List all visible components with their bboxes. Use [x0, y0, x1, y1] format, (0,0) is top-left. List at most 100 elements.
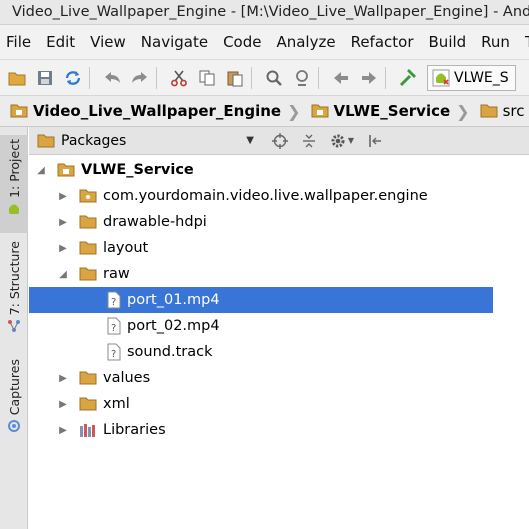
redo-button[interactable]	[129, 67, 151, 89]
project-view-dropdown[interactable]: Packages ▼	[34, 130, 258, 152]
chevron-down-icon: ▼	[246, 135, 254, 146]
source-folder-icon	[480, 104, 498, 118]
tree-item-label: xml	[103, 396, 130, 412]
menu-build[interactable]: Build	[422, 33, 475, 51]
module-folder-icon	[57, 163, 75, 177]
expand-arrow-down-icon[interactable]: ◢	[35, 165, 47, 176]
copy-button[interactable]	[196, 67, 218, 89]
tree-item-folder[interactable]: ◢ raw	[29, 261, 493, 287]
breadcrumb-project[interactable]: Video_Live_Wallpaper_Engine ❯	[0, 102, 301, 121]
make-project-button[interactable]	[397, 67, 419, 89]
replace-button[interactable]	[291, 67, 313, 89]
toolbar-separator	[385, 66, 386, 89]
tree-item-label: VLWE_Service	[81, 162, 194, 178]
expand-arrow-right-icon[interactable]: ▶	[57, 399, 69, 410]
cut-button[interactable]	[168, 67, 190, 89]
tool-tab-project[interactable]: 1: Project	[0, 135, 28, 233]
menu-run[interactable]: Run	[474, 33, 518, 51]
tree-item-libraries[interactable]: ▶ Libraries	[29, 417, 493, 443]
project-panel-header: Packages ▼ ▼	[29, 127, 529, 155]
copy-icon	[199, 70, 215, 85]
undo-button[interactable]	[101, 67, 123, 89]
tool-tab-label: 7: Structure	[6, 241, 22, 316]
save-all-button[interactable]	[34, 67, 56, 89]
tree-item-file[interactable]: ? sound.track	[29, 339, 493, 365]
breadcrumb-module[interactable]: VLWE_Service ❯	[301, 102, 470, 121]
forward-button[interactable]	[358, 67, 380, 89]
hide-panel-button[interactable]	[364, 130, 386, 152]
tree-item-label: com.yourdomain.video.live.wallpaper.engi…	[103, 188, 428, 204]
tree-item-module[interactable]: ◢ VLWE_Service	[29, 157, 493, 183]
tree-item-folder[interactable]: ▶ xml	[29, 391, 493, 417]
menu-analyze[interactable]: Analyze	[269, 33, 343, 51]
tree-item-folder[interactable]: ▶ drawable-hdpi	[29, 209, 493, 235]
collapse-all-button[interactable]	[298, 130, 320, 152]
gear-icon	[331, 134, 345, 147]
collapse-all-icon	[303, 134, 315, 147]
tree-item-package[interactable]: ▶ com.yourdomain.video.live.wallpaper.en…	[29, 183, 493, 209]
expand-arrow-right-icon[interactable]: ▶	[57, 425, 69, 436]
navigation-bar: Video_Live_Wallpaper_Engine ❯ VLWE_Servi…	[0, 95, 529, 127]
tree-item-folder[interactable]: ▶ layout	[29, 235, 493, 261]
tree-item-label: values	[103, 370, 151, 386]
breadcrumb-label: VLWE_Service	[333, 102, 451, 120]
run-configuration-select[interactable]: VLWE_S	[427, 64, 516, 91]
settings-button[interactable]: ▼	[327, 130, 357, 152]
tool-tab-captures[interactable]: Captures	[0, 359, 28, 439]
back-button[interactable]	[330, 67, 352, 89]
expand-arrow-right-icon[interactable]: ▶	[57, 373, 69, 384]
open-button[interactable]	[6, 67, 28, 89]
capture-icon	[8, 420, 20, 433]
menu-bar: File Edit View Navigate Code Analyze Ref…	[0, 25, 529, 59]
sync-button[interactable]	[62, 67, 84, 89]
scissors-icon	[171, 70, 187, 86]
chevron-right-icon: ❯	[287, 101, 301, 121]
toolbar-separator	[318, 66, 319, 89]
left-tool-window-strip: 1: Project 7: Structure Captures	[0, 127, 28, 529]
run-configuration-label: VLWE_S	[454, 69, 509, 86]
tree-item-label: port_02.mp4	[127, 318, 220, 334]
menu-tools[interactable]: Tool	[518, 33, 529, 51]
tree-item-label: Libraries	[103, 422, 166, 438]
menu-file[interactable]: File	[0, 33, 39, 51]
menu-edit[interactable]: Edit	[39, 33, 83, 51]
menu-view[interactable]: View	[83, 33, 134, 51]
redo-icon	[132, 71, 147, 83]
arrow-right-icon	[362, 71, 376, 84]
breadcrumb-label: Video_Live_Wallpaper_Engine	[33, 102, 282, 120]
folder-icon	[79, 267, 97, 281]
tool-tab-structure[interactable]: 7: Structure	[0, 241, 28, 341]
crosshair-icon	[272, 132, 288, 149]
hammer-icon	[399, 68, 416, 86]
tree-item-folder[interactable]: ▶ values	[29, 365, 493, 391]
svg-text:?: ?	[111, 349, 116, 360]
find-button[interactable]	[263, 67, 285, 89]
project-view-label: Packages	[61, 132, 127, 149]
undo-icon	[105, 71, 120, 83]
breadcrumb-src[interactable]: src ❯	[470, 102, 529, 121]
menu-code[interactable]: Code	[216, 33, 269, 51]
scroll-from-source-button[interactable]	[269, 130, 291, 152]
unknown-file-icon: ?	[107, 343, 121, 361]
menu-navigate[interactable]: Navigate	[134, 33, 216, 51]
expand-arrow-right-icon[interactable]: ▶	[57, 217, 69, 228]
expand-arrow-right-icon[interactable]: ▶	[57, 191, 69, 202]
tool-tab-label: 1: Project	[6, 139, 22, 198]
folder-icon	[79, 215, 97, 229]
tree-item-label: sound.track	[127, 344, 213, 360]
structure-icon	[8, 320, 20, 333]
tree-item-label: port_01.mp4	[127, 292, 220, 308]
panel-header-actions: ▼	[262, 130, 386, 152]
tree-item-file-selected[interactable]: ? port_01.mp4	[29, 287, 493, 313]
expand-arrow-down-icon[interactable]: ◢	[57, 269, 69, 280]
toolbar-separator	[89, 66, 90, 89]
tree-item-file[interactable]: ? port_02.mp4	[29, 313, 493, 339]
menu-refactor[interactable]: Refactor	[344, 33, 422, 51]
window-title: Video_Live_Wallpaper_Engine - [M:\Video_…	[12, 4, 529, 20]
tree-item-label: raw	[103, 266, 130, 282]
tool-tab-label: Captures	[6, 359, 22, 416]
android-run-config-icon	[432, 69, 450, 86]
paste-button[interactable]	[224, 67, 246, 89]
expand-arrow-right-icon[interactable]: ▶	[57, 243, 69, 254]
search-replace-icon	[296, 69, 308, 86]
